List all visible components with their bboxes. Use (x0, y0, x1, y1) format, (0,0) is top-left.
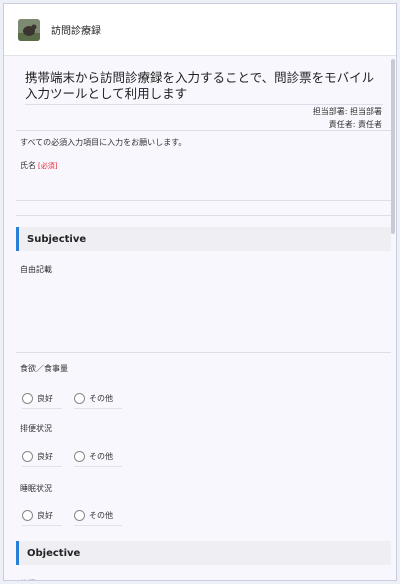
form-headline: 携帯端末から訪問診療録を入力することで、問診票をモバイル入力ツールとして利用しま… (25, 70, 375, 101)
department-label: 担当部署: 担当部署 (312, 107, 382, 116)
divider (16, 215, 391, 216)
sleep-radio-good[interactable]: 良好 (22, 506, 62, 526)
name-input[interactable] (16, 200, 391, 201)
section-subjective: Subjective (16, 227, 391, 251)
appetite-radio-group: 良好 その他 (22, 389, 122, 409)
cutoff-field-label: 体温 (20, 578, 36, 580)
radio-circle-icon (22, 510, 33, 521)
required-note: すべての必須入力項目に入力をお願いします。 (20, 138, 187, 147)
excretion-radio-other[interactable]: その他 (74, 447, 122, 467)
sleep-radio-other[interactable]: その他 (74, 506, 122, 526)
appetite-radio-other[interactable]: その他 (74, 389, 122, 409)
app-title: 訪問診療録 (51, 26, 101, 37)
radio-circle-icon (22, 451, 33, 462)
radio-circle-icon (22, 393, 33, 404)
free-text-area[interactable] (16, 352, 391, 353)
free-text-label: 自由記載 (20, 265, 52, 274)
scrollbar[interactable] (391, 59, 395, 234)
app-logo-icon (18, 18, 40, 41)
sleep-label: 睡眠状況 (20, 484, 52, 493)
app-frame: 訪問診療録 携帯端末から訪問診療録を入力することで、問診票をモバイル入力ツールと… (3, 3, 397, 581)
divider (25, 104, 383, 105)
appetite-label: 食欲／食事量 (20, 364, 68, 373)
divider (16, 130, 391, 131)
required-tag: [必須] (38, 162, 58, 170)
name-field-label: 氏名 [必須] (20, 160, 57, 171)
excretion-radio-group: 良好 その他 (22, 447, 122, 467)
app-header: 訪問診療録 (4, 4, 396, 56)
section-objective: Objective (16, 541, 391, 565)
appetite-radio-good[interactable]: 良好 (22, 389, 62, 409)
sleep-radio-group: 良好 その他 (22, 506, 122, 526)
responsible-label: 責任者: 責任者 (328, 120, 382, 129)
radio-circle-icon (74, 510, 85, 521)
excretion-radio-good[interactable]: 良好 (22, 447, 62, 467)
radio-circle-icon (74, 451, 85, 462)
radio-circle-icon (74, 393, 85, 404)
name-label: 氏名 (20, 161, 36, 170)
excretion-label: 排便状況 (20, 424, 52, 433)
